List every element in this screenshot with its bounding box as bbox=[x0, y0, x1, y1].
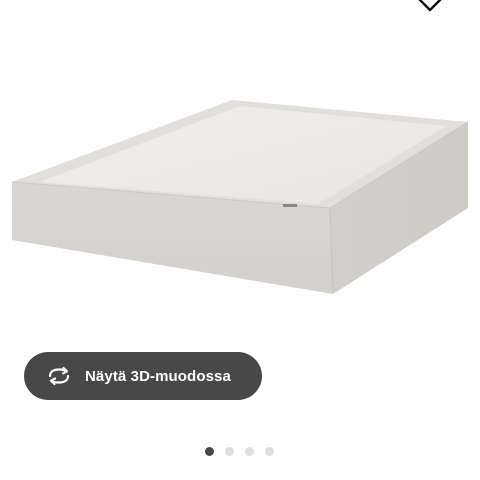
carousel-dot-1[interactable] bbox=[205, 447, 214, 456]
view-3d-label: Näytä 3D-muodossa bbox=[85, 367, 231, 385]
heart-icon bbox=[418, 0, 442, 12]
rotate-3d-icon bbox=[46, 366, 72, 386]
carousel-dot-3[interactable] bbox=[245, 447, 254, 456]
carousel-dot-4[interactable] bbox=[265, 447, 274, 456]
product-image[interactable] bbox=[0, 80, 480, 300]
carousel-dot-2[interactable] bbox=[225, 447, 234, 456]
product-gallery: Näytä 3D-muodossa bbox=[0, 0, 480, 480]
favorite-button[interactable] bbox=[414, 0, 446, 14]
carousel-indicator bbox=[205, 447, 274, 456]
view-3d-button[interactable]: Näytä 3D-muodossa bbox=[24, 352, 262, 400]
